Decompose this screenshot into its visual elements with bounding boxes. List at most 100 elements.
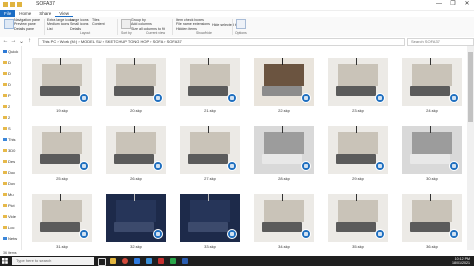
sketchup-app-icon[interactable] <box>158 258 164 264</box>
nav-item[interactable]: Mu <box>3 192 14 197</box>
options-icon[interactable] <box>236 19 246 29</box>
quick-access-toolbar[interactable] <box>3 2 22 7</box>
tab-home[interactable]: Home <box>15 10 35 17</box>
file-tile[interactable]: 24.skp <box>400 58 464 117</box>
nav-item[interactable]: Netw <box>3 236 17 241</box>
thumbnail-lamp <box>282 58 283 65</box>
thumbnail-sofa <box>40 154 80 164</box>
small-icons-option[interactable]: Small icons <box>70 22 89 26</box>
folder-icon <box>3 127 7 130</box>
nav-item[interactable]: Dov <box>3 181 15 186</box>
thumbnail-sofa <box>410 222 450 232</box>
excel-icon[interactable] <box>170 258 176 264</box>
file-tile[interactable]: 23.skp <box>326 58 390 117</box>
file-tile[interactable]: 22.skp <box>252 58 316 117</box>
folder-icon <box>3 105 7 108</box>
file-tile[interactable]: 19.skp <box>30 58 94 117</box>
nav-item-label: D <box>8 71 11 76</box>
new-folder-icon[interactable] <box>10 2 15 7</box>
file-name-extensions-toggle[interactable]: File name extensions <box>176 22 210 26</box>
thumbnail-wall <box>116 200 156 222</box>
file-tile[interactable]: 25.skp <box>30 126 94 185</box>
back-icon[interactable]: ← <box>2 38 9 44</box>
windows-start-icon[interactable] <box>2 258 8 264</box>
file-thumbnail <box>106 126 166 174</box>
file-thumbnail <box>254 194 314 242</box>
nav-item[interactable]: 2 <box>3 115 10 120</box>
nav-item[interactable]: S <box>3 126 11 131</box>
file-tile[interactable]: 29.skp <box>326 126 390 185</box>
close-button[interactable]: ✕ <box>460 0 474 9</box>
file-tile[interactable]: 31.skp <box>30 194 94 250</box>
file-thumbnail <box>328 126 388 174</box>
sort-by-icon[interactable] <box>121 19 131 29</box>
file-tile[interactable]: 27.skp <box>178 126 242 185</box>
pc-icon <box>3 138 7 141</box>
panes-group: Navigation pane Preview pane Details pan… <box>14 18 40 31</box>
system-tray-clock[interactable]: 10:12 PM 18/01/2021 <box>452 257 470 265</box>
file-thumbnail <box>106 194 166 242</box>
search-input[interactable]: Search SOFA37 <box>407 38 474 46</box>
nav-item-label: 2 <box>8 115 11 120</box>
file-tile[interactable]: 35.skp <box>326 194 390 250</box>
file-tile[interactable]: 21.skp <box>178 58 242 117</box>
nav-item[interactable]: P <box>3 93 11 98</box>
nav-item[interactable]: Des <box>3 159 15 164</box>
file-explorer-icon[interactable] <box>110 258 116 264</box>
thumbnail-sofa <box>188 222 228 232</box>
file-tile[interactable]: 34.skp <box>252 194 316 250</box>
folder-icon <box>3 72 7 75</box>
nav-item-label: Dov <box>8 181 16 186</box>
nav-item-label: 3D0 <box>8 148 16 153</box>
nav-item[interactable]: Pict <box>3 203 15 208</box>
chrome-icon[interactable] <box>122 258 128 264</box>
sketchup-file-icon <box>449 229 459 239</box>
layout-group-col2: Large icons Small icons Details <box>70 18 89 31</box>
scrollbar-thumb[interactable] <box>468 52 473 122</box>
forward-icon[interactable]: → <box>10 38 17 44</box>
word-icon[interactable] <box>182 258 188 264</box>
content-option[interactable]: Content <box>92 22 105 26</box>
file-tile[interactable]: 33.skp <box>178 194 242 250</box>
folder-icon <box>17 2 22 7</box>
mail-icon[interactable] <box>146 258 152 264</box>
maximize-button[interactable]: ❐ <box>446 0 460 9</box>
recent-locations-icon[interactable]: ⌄ <box>18 38 25 45</box>
thumbnail-wall <box>412 132 452 154</box>
nav-item[interactable]: Quick <box>3 49 18 54</box>
nav-item[interactable]: D <box>3 60 11 65</box>
up-icon[interactable]: ↑ <box>26 38 33 44</box>
path-box[interactable]: This PC › Work (M:) › MODEL SU › SKETCHU… <box>38 38 405 46</box>
tab-share[interactable]: Share <box>35 10 55 17</box>
thumbnail-sofa <box>262 86 302 96</box>
file-name: 20.skp <box>130 108 142 113</box>
minimize-button[interactable]: — <box>432 0 446 9</box>
file-tile[interactable]: 30.skp <box>400 126 464 185</box>
file-tile[interactable]: 20.skp <box>104 58 168 117</box>
nav-item[interactable]: 3D0 <box>3 148 15 153</box>
options-button[interactable]: Options <box>235 31 247 35</box>
tab-view[interactable]: View <box>55 10 73 17</box>
taskbar-search-input[interactable]: Type here to search <box>12 257 94 265</box>
file-tile[interactable]: 26.skp <box>104 126 168 185</box>
nav-item[interactable]: Doc <box>3 170 15 175</box>
nav-item[interactable]: This <box>3 137 16 142</box>
details-pane-button[interactable]: Details pane <box>14 27 40 31</box>
nav-item[interactable]: 2 <box>3 104 10 109</box>
navigation-pane-icon[interactable] <box>4 19 14 29</box>
sketchup-file-icon <box>227 161 237 171</box>
file-tile[interactable]: 28.skp <box>252 126 316 185</box>
thumbnail-lamp <box>356 126 357 133</box>
nav-item[interactable]: Vide <box>3 214 16 219</box>
tab-file[interactable]: File <box>0 10 16 17</box>
file-tile[interactable]: 32.skp <box>104 194 168 250</box>
nav-item[interactable]: D <box>3 82 11 87</box>
thumbnail-wall <box>264 200 304 222</box>
file-tile[interactable]: 36.skp <box>400 194 464 250</box>
edge-icon[interactable] <box>134 258 140 264</box>
nav-item[interactable]: Loc <box>3 225 14 230</box>
nav-item[interactable]: D <box>3 71 11 76</box>
task-view-icon[interactable] <box>98 258 106 266</box>
item-count: 36 items <box>3 251 17 255</box>
properties-icon[interactable] <box>3 2 8 7</box>
